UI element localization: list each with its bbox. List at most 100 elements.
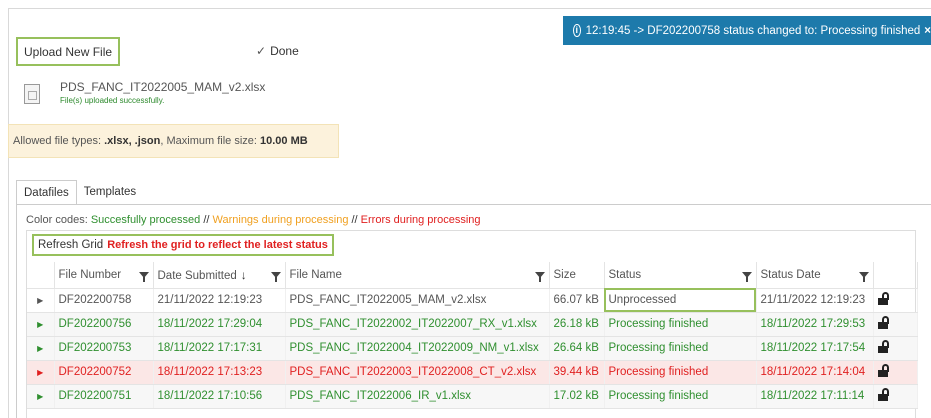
cell-file-number: DF202200751 xyxy=(54,384,154,409)
header-file-number[interactable]: File Number xyxy=(54,262,154,289)
info-icon: i xyxy=(573,24,581,37)
cell-size: 39.44 kB xyxy=(549,360,605,385)
header-status[interactable]: Status xyxy=(604,262,757,289)
cell-action xyxy=(873,384,918,409)
uploaded-file-name: PDS_FANC_IT2022005_MAM_v2.xlsx xyxy=(60,80,266,94)
tab-templates[interactable]: Templates xyxy=(77,180,143,205)
cell-status-date: 21/11/2022 12:19:23 xyxy=(756,288,874,313)
color-code-success: Succesfully processed xyxy=(90,214,201,226)
cell-file-number: DF202200756 xyxy=(54,312,154,337)
cell-action xyxy=(873,336,918,361)
expand-row-icon[interactable]: ▶ xyxy=(27,336,55,361)
top-divider xyxy=(8,8,931,9)
cell-size: 26.64 kB xyxy=(549,336,605,361)
filter-icon[interactable] xyxy=(741,271,752,282)
cell-status-date: 18/11/2022 17:14:04 xyxy=(756,360,874,385)
tabs-divider xyxy=(16,204,931,205)
unlock-icon[interactable] xyxy=(877,340,889,353)
table-row[interactable]: ▶ DF202200758 21/11/2022 12:19:23 PDS_FA… xyxy=(27,288,918,313)
file-icon xyxy=(24,84,40,104)
allowed-file-types-note: Allowed file types: .xlsx, .json, Maximu… xyxy=(8,124,339,158)
table-row[interactable]: ▶ DF202200751 18/11/2022 17:10:56 PDS_FA… xyxy=(27,384,918,409)
cell-file-name: PDS_FANC_IT2022005_MAM_v2.xlsx xyxy=(285,288,550,313)
expand-row-icon[interactable]: ▶ xyxy=(27,360,55,385)
cell-file-name: PDS_FANC_IT2022003_IT2022008_CT_v2.xlsx xyxy=(285,360,550,385)
header-size[interactable]: Size xyxy=(549,262,605,289)
allowed-types: .xlsx, .json xyxy=(104,135,161,147)
uploaded-file-status: File(s) uploaded successfully. xyxy=(60,96,165,105)
color-codes-legend: Color codes: Succesfully processed // Wa… xyxy=(26,214,481,226)
check-icon: ✓ xyxy=(256,44,267,58)
cell-status-date: 18/11/2022 17:17:54 xyxy=(756,336,874,361)
filter-icon[interactable] xyxy=(534,271,545,282)
header-expander xyxy=(27,262,55,289)
upload-new-file-button[interactable]: Upload New File xyxy=(16,37,121,66)
cell-file-number: DF202200753 xyxy=(54,336,154,361)
left-divider xyxy=(8,8,9,418)
refresh-toolbar: Refresh Grid Refresh the grid to reflect… xyxy=(32,234,334,256)
unlock-icon[interactable] xyxy=(877,316,889,329)
tab-bar: Datafiles Templates xyxy=(16,180,143,205)
expand-row-icon[interactable]: ▶ xyxy=(27,312,55,337)
header-date-submitted[interactable]: Date Submitted ↓ xyxy=(153,262,286,289)
header-file-name[interactable]: File Name xyxy=(285,262,550,289)
tab-datafiles[interactable]: Datafiles xyxy=(16,180,77,205)
filter-icon[interactable] xyxy=(858,271,869,282)
cell-date-submitted: 18/11/2022 17:13:23 xyxy=(153,360,286,385)
done-label: Done xyxy=(270,44,299,58)
cell-date-submitted: 18/11/2022 17:29:04 xyxy=(153,312,286,337)
cell-date-submitted: 21/11/2022 12:19:23 xyxy=(153,288,286,313)
unlock-icon[interactable] xyxy=(877,388,889,401)
table-row[interactable]: ▶ DF202200752 18/11/2022 17:13:23 PDS_FA… xyxy=(27,360,918,385)
cell-status: Processing finished xyxy=(604,336,757,361)
cell-status: Processing finished xyxy=(604,360,757,385)
cell-size: 26.18 kB xyxy=(549,312,605,337)
datafiles-grid: File Number Date Submitted ↓ File Name Si… xyxy=(27,262,918,409)
cell-action xyxy=(873,312,918,337)
panel-border xyxy=(16,204,17,418)
grid-header-row: File Number Date Submitted ↓ File Name Si… xyxy=(27,262,918,289)
filter-icon[interactable] xyxy=(138,271,149,282)
cell-status-date: 18/11/2022 17:29:53 xyxy=(756,312,874,337)
cell-status-date: 18/11/2022 17:11:14 xyxy=(756,384,874,409)
color-code-separator: // xyxy=(200,214,213,226)
cell-file-number: DF202200758 xyxy=(54,288,154,313)
cell-date-submitted: 18/11/2022 17:17:31 xyxy=(153,336,286,361)
allowed-prefix: Allowed file types: xyxy=(13,135,102,147)
close-icon[interactable]: × xyxy=(924,25,931,37)
refresh-grid-button[interactable]: Refresh Grid xyxy=(34,236,107,254)
cell-action xyxy=(873,288,918,313)
cell-file-number: DF202200752 xyxy=(54,360,154,385)
upload-done: ✓ Done xyxy=(256,44,299,58)
table-row[interactable]: ▶ DF202200753 18/11/2022 17:17:31 PDS_FA… xyxy=(27,336,918,361)
cell-status: Processing finished xyxy=(604,384,757,409)
toast-message: 12:19:45 -> DF202200758 status changed t… xyxy=(585,24,921,37)
upload-area: Upload New File ✓ Done xyxy=(16,37,311,72)
header-actions xyxy=(873,262,918,289)
color-code-warning: Warnings during processing xyxy=(212,214,349,226)
color-codes-label: Color codes: xyxy=(26,214,91,226)
table-row[interactable]: ▶ DF202200756 18/11/2022 17:29:04 PDS_FA… xyxy=(27,312,918,337)
cell-size: 66.07 kB xyxy=(549,288,605,313)
color-code-error: Errors during processing xyxy=(360,214,481,226)
cell-file-name: PDS_FANC_IT2022006_IR_v1.xlsx xyxy=(285,384,550,409)
sort-descending-icon: ↓ xyxy=(240,267,247,282)
cell-file-name: PDS_FANC_IT2022002_IT2022007_RX_v1.xlsx xyxy=(285,312,550,337)
cell-status: Unprocessed xyxy=(604,288,757,313)
cell-size: 17.02 kB xyxy=(549,384,605,409)
cell-status: Processing finished xyxy=(604,312,757,337)
color-code-separator: // xyxy=(348,214,361,226)
cell-action xyxy=(873,360,918,385)
expand-row-icon[interactable]: ▶ xyxy=(27,384,55,409)
refresh-note: Refresh the grid to reflect the latest s… xyxy=(107,239,328,251)
unlock-icon[interactable] xyxy=(877,292,889,305)
status-toast: i 12:19:45 -> DF202200758 status changed… xyxy=(563,16,931,45)
header-status-date[interactable]: Status Date xyxy=(756,262,874,289)
unlock-icon[interactable] xyxy=(877,364,889,377)
cell-file-name: PDS_FANC_IT2022004_IT2022009_NM_v1.xlsx xyxy=(285,336,550,361)
allowed-middle: , Maximum file size: xyxy=(160,135,257,147)
cell-date-submitted: 18/11/2022 17:10:56 xyxy=(153,384,286,409)
filter-icon[interactable] xyxy=(270,271,281,282)
allowed-size: 10.00 MB xyxy=(260,135,308,147)
expand-row-icon[interactable]: ▶ xyxy=(27,288,55,313)
